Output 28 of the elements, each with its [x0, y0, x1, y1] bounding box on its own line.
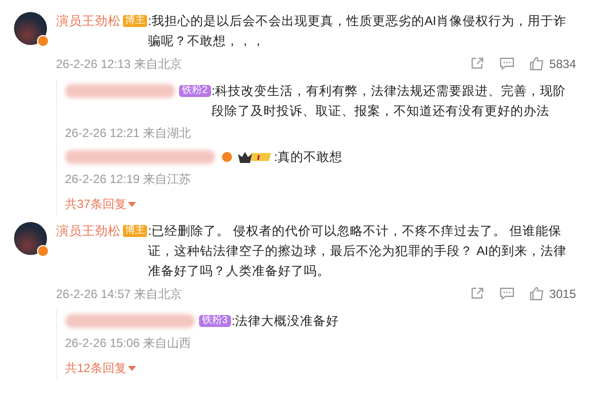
more-replies-link[interactable]: 共37条回复 [65, 195, 126, 213]
comment-text: :已经删除了。 侵权者的代价可以忽略不计，不疼不痒过去了。 但谁能保证，这种钻法律空子的擦边球，最后不沦为犯罪的手段？ AI的到来，法律准备好了吗？人类准备好了吗。 [148, 223, 568, 280]
comment-icon[interactable] [499, 286, 516, 302]
reply-text: :科技改变生活，有利有弊，法律法规还需要跟进、完善，现阶段除了及时投诉、取证、报案，不知道还有没有更好的办法 [212, 83, 568, 120]
reply-meta: 26-2-26 12:21 来自湖北 [65, 125, 192, 142]
like-count: 3015 [549, 286, 576, 303]
author-name[interactable]: 演员王劲松 [56, 221, 121, 241]
caret-icon[interactable] [128, 366, 136, 370]
avatar [14, 222, 47, 255]
reply-meta: 26-2-26 15:06 来自山西 [65, 335, 192, 352]
more-replies-link[interactable]: 共12条回复 [65, 359, 126, 377]
author-badge: 博主 [123, 225, 147, 237]
comment-meta: 26-2-26 14:57 来自北京 [56, 286, 184, 303]
like-count: 5834 [549, 56, 576, 73]
author-badge: 博主 [123, 15, 147, 27]
comment-meta: 26-2-26 12:13 来自北京 [56, 56, 184, 73]
comment-text: :我担心的是以后会不会出现更真，性质更恶劣的AI肖像侵权行为，用于诈骗呢？不敢想，，， [148, 13, 568, 50]
reply-text: :法律大概没准备好 [232, 313, 340, 330]
fan-badge: 铁粉3 [199, 315, 231, 327]
comment-icon[interactable] [499, 56, 516, 72]
like-icon[interactable] [529, 286, 546, 302]
reply-meta: 26-2-26 12:19 来自江苏 [65, 171, 192, 188]
like-icon[interactable] [529, 56, 546, 72]
fan-badge: 铁粉2 [179, 85, 211, 97]
caret-icon[interactable] [128, 202, 136, 206]
author-name[interactable]: 演员王劲松 [56, 11, 121, 31]
avatar [14, 12, 47, 45]
reply-text: :真的不敢想 [274, 149, 344, 166]
